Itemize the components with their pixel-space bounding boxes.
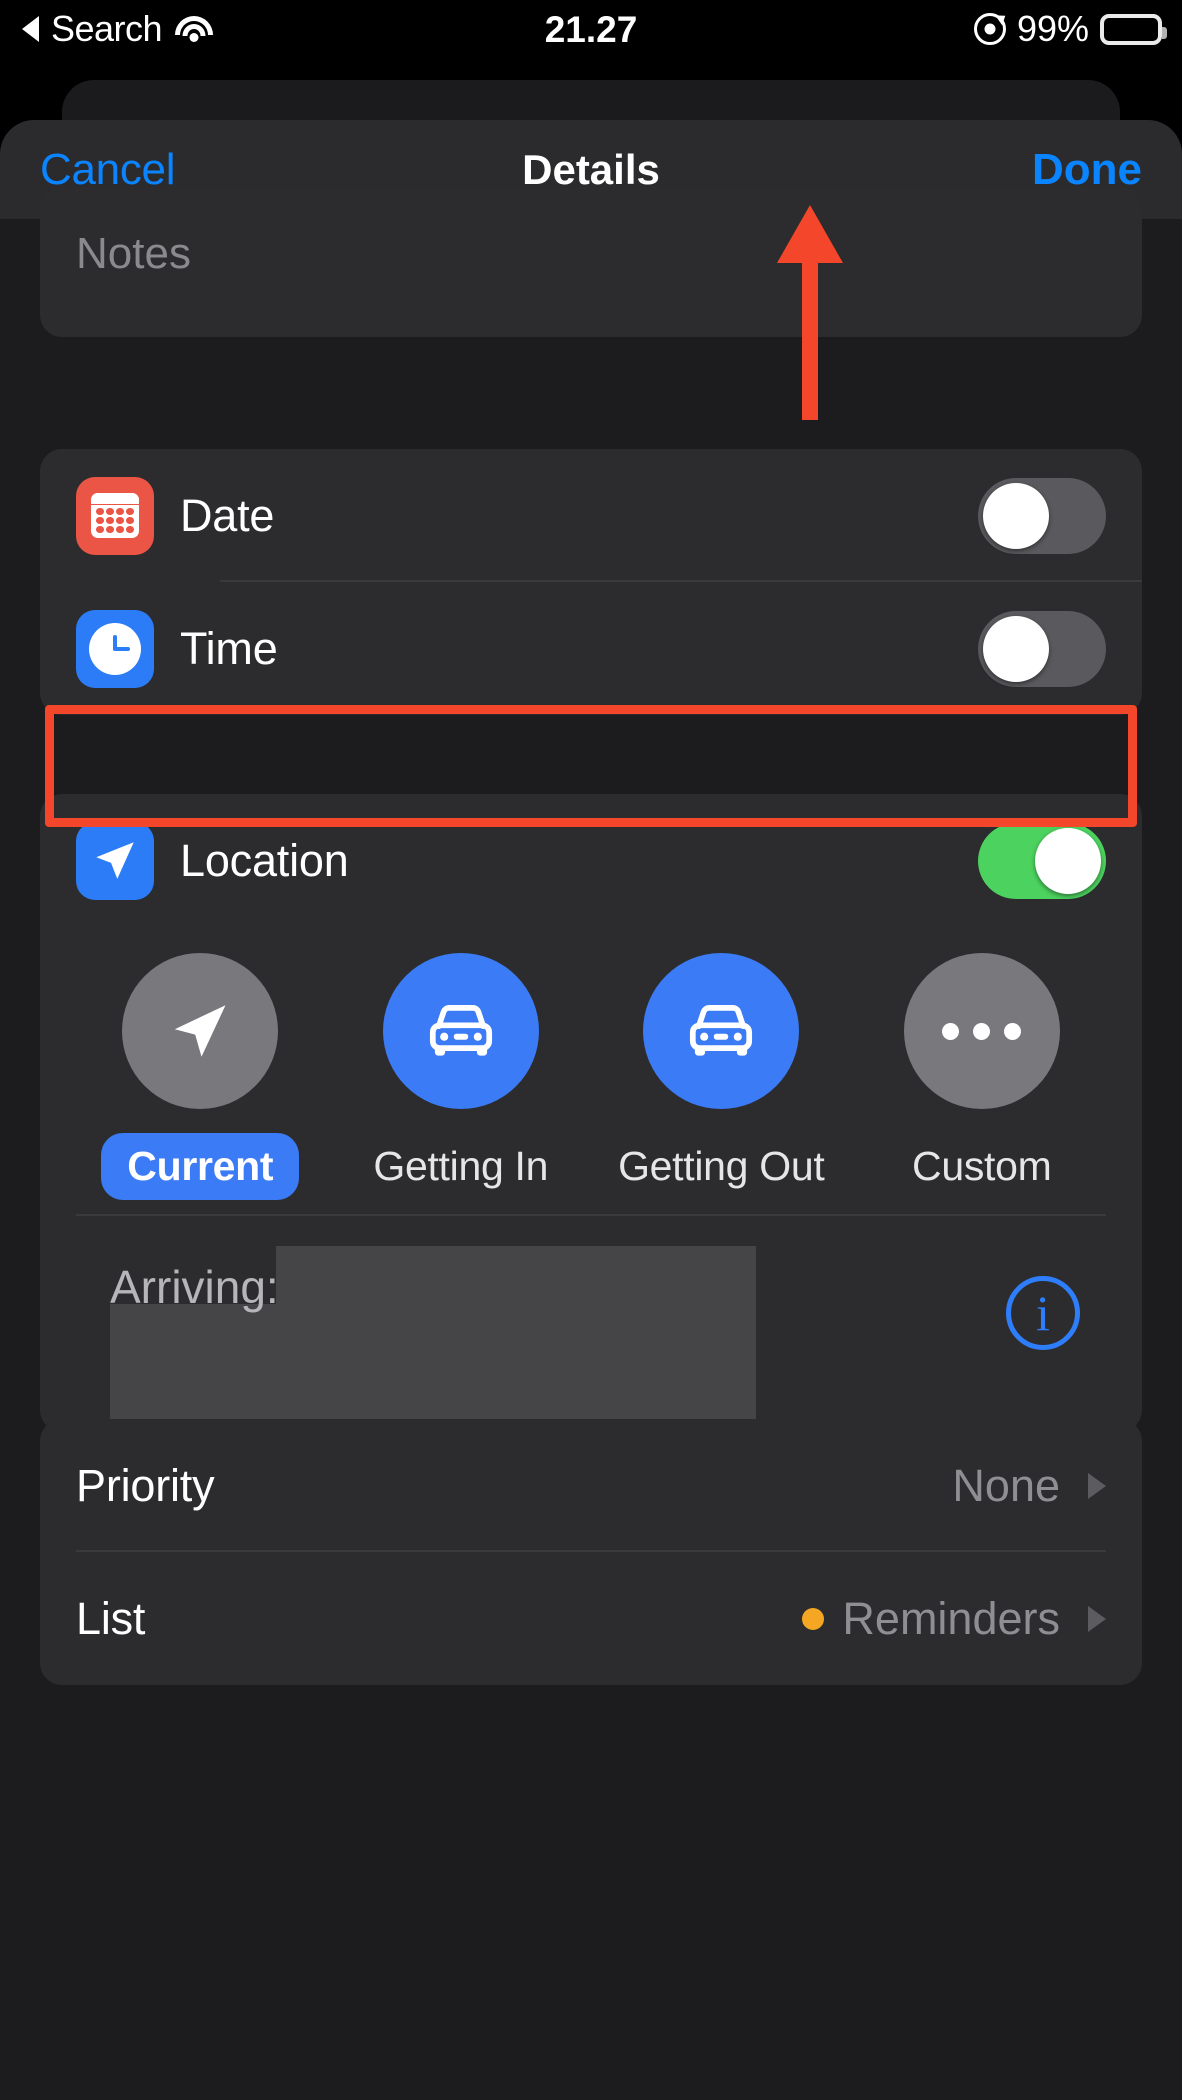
location-options: Current Getting In Getting Out Custom [40, 927, 1142, 1214]
rotation-lock-icon [973, 13, 1006, 45]
location-option-label: Getting Out [618, 1143, 825, 1189]
status-bar: Search 21.27 99% [0, 0, 1182, 72]
priority-row[interactable]: Priority None [40, 1419, 1142, 1552]
location-row[interactable]: Location [40, 794, 1142, 927]
ellipsis-icon [903, 953, 1060, 1109]
chevron-right-icon [1088, 1472, 1106, 1499]
datetime-card: Date Time [40, 449, 1142, 715]
time-row-label: Time [180, 622, 278, 674]
battery-icon [1100, 13, 1167, 45]
status-bar-right: 99% [973, 8, 1167, 50]
location-option-label: Current [101, 1133, 300, 1200]
location-card: Location Current Getting In Getting Out … [40, 794, 1142, 1432]
iphone-screen: Search 21.27 99% Cancel Details Done Not… [0, 0, 1182, 2100]
location-option-custom[interactable]: Custom [852, 953, 1113, 1200]
location-option-current[interactable]: Current [70, 953, 331, 1200]
location-option-label: Custom [912, 1143, 1052, 1189]
calendar-icon [76, 476, 154, 555]
time-row[interactable]: Time [40, 582, 1142, 715]
arriving-row[interactable]: Arriving: i [40, 1216, 1142, 1432]
done-button[interactable]: Done [1032, 145, 1142, 195]
date-row-label: Date [180, 489, 275, 541]
options-card: Priority None List Reminders [40, 1419, 1142, 1685]
arriving-value-redacted [276, 1246, 756, 1304]
annotation-arrow-icon [777, 205, 843, 420]
time-toggle[interactable] [978, 610, 1106, 687]
location-option-getting-in[interactable]: Getting In [331, 953, 592, 1200]
navigation-arrow-icon [76, 821, 154, 900]
location-option-label: Getting In [373, 1143, 549, 1189]
date-row[interactable]: Date [40, 449, 1142, 582]
arriving-label: Arriving: [110, 1261, 279, 1313]
date-toggle[interactable] [978, 477, 1106, 554]
battery-percent-label: 99% [1016, 8, 1089, 49]
location-row-label: Location [180, 834, 349, 886]
priority-label: Priority [76, 1459, 215, 1511]
car-icon [643, 953, 800, 1109]
list-value: Reminders [842, 1592, 1060, 1644]
details-sheet: Cancel Details Done Notes Date Time Loca… [0, 120, 1182, 2100]
chevron-right-icon [1088, 1605, 1106, 1632]
priority-value-group: None [952, 1460, 1106, 1512]
sheet-content: Notes Date Time Location Current Getting… [0, 187, 1182, 2100]
navigation-arrow-icon [122, 953, 279, 1109]
list-row[interactable]: List Reminders [40, 1552, 1142, 1685]
notes-placeholder: Notes [76, 229, 191, 278]
clock-icon [76, 609, 154, 688]
list-value-group: Reminders [802, 1593, 1106, 1645]
location-toggle[interactable] [978, 822, 1106, 899]
notes-card[interactable]: Notes [40, 187, 1142, 337]
location-option-getting-out[interactable]: Getting Out [591, 953, 852, 1200]
list-label: List [76, 1592, 146, 1644]
priority-value: None [952, 1459, 1060, 1511]
list-color-dot [802, 1607, 825, 1630]
info-circle-icon[interactable]: i [1006, 1276, 1080, 1350]
car-icon [382, 953, 539, 1109]
arriving-value-redacted [110, 1304, 756, 1422]
